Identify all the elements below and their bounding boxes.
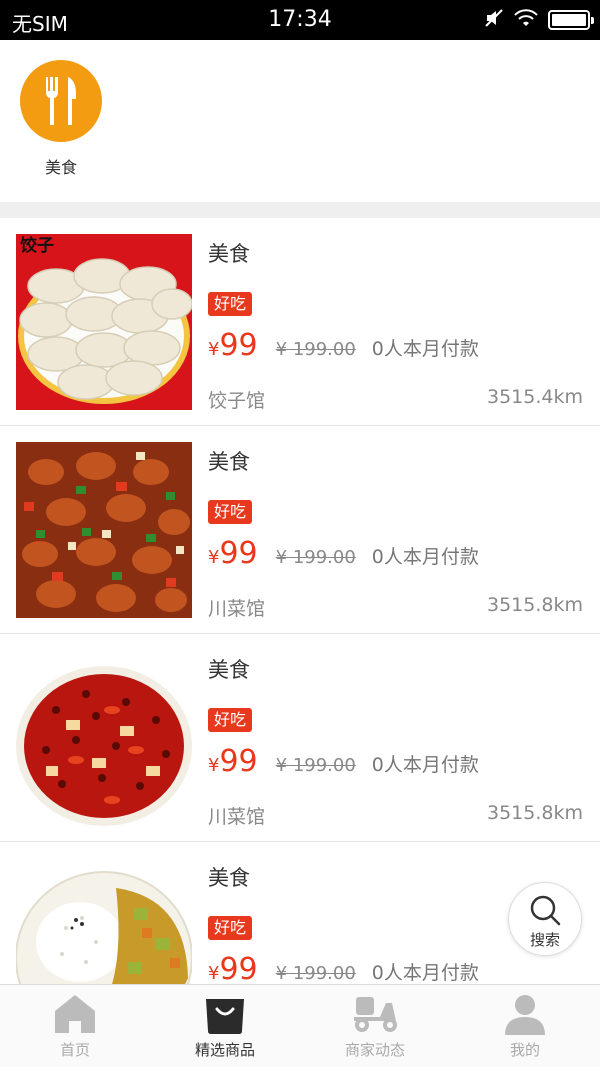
sale-price: 99 (219, 952, 258, 987)
home-icon (55, 995, 95, 1033)
wifi-icon (514, 8, 538, 32)
shop-name: 川菜馆 (208, 806, 266, 828)
distance: 3515.8km (487, 594, 583, 616)
tab-profile[interactable]: 我的 (450, 985, 600, 1067)
currency-symbol: ¥ (208, 963, 220, 984)
product-tag-badge: 好吃 (208, 292, 253, 316)
fork-knife-icon (20, 60, 102, 142)
monthly-sales: 0人本月付款 (371, 754, 479, 776)
mute-icon (484, 8, 504, 32)
original-price: ¥ 199.00 (275, 547, 356, 568)
sale-price: 99 (219, 536, 258, 571)
search-button[interactable]: 搜索 (508, 882, 582, 956)
distance: 3515.4km (487, 386, 583, 408)
tab-featured-products[interactable]: 精选商品 (150, 985, 300, 1067)
currency-symbol: ¥ (208, 755, 220, 776)
tab-label: 精选商品 (194, 1041, 255, 1059)
tab-label: 商家动态 (344, 1041, 405, 1059)
monthly-sales: 0人本月付款 (371, 546, 479, 568)
user-icon (505, 995, 545, 1035)
section-divider (0, 202, 600, 218)
price-row: ¥ 99 ¥ 199.00 0人本月付款 (208, 744, 479, 784)
bottom-tab-bar: 首页 精选商品 商家动态 我的 (0, 984, 600, 1067)
product-title: 美食 (208, 242, 250, 266)
product-title: 美食 (208, 866, 250, 890)
distance: 3515.8km (487, 802, 583, 824)
product-image-chili-fish (16, 650, 192, 826)
search-icon (530, 895, 561, 926)
product-item[interactable]: 美食 好吃 ¥ 99 ¥ 199.00 0人本月付款 川菜馆 3515.8km (0, 426, 600, 634)
product-image-spicy-chicken (16, 442, 192, 618)
thumb-caption: 饺子 (20, 235, 54, 256)
sale-price: 99 (219, 328, 258, 363)
shopping-bag-icon (206, 999, 244, 1034)
monthly-sales: 0人本月付款 (371, 962, 479, 984)
price-row: ¥ 99 ¥ 199.00 0人本月付款 (208, 536, 479, 576)
tab-label: 我的 (509, 1041, 540, 1059)
product-tag-badge: 好吃 (208, 708, 253, 732)
monthly-sales: 0人本月付款 (371, 338, 479, 360)
battery-icon (548, 10, 594, 30)
price-row: ¥ 99 ¥ 199.00 0人本月付款 (208, 328, 479, 368)
currency-symbol: ¥ (208, 339, 220, 360)
scooter-icon (354, 997, 397, 1032)
product-item[interactable]: 美食 好吃 ¥ 99 ¥ 199.00 0人本月付款 川菜馆 3515.8km (0, 634, 600, 842)
original-price: ¥ 199.00 (275, 755, 356, 776)
tab-home[interactable]: 首页 (0, 985, 150, 1067)
product-image-dumplings: 饺子 (16, 234, 192, 410)
tab-label: 首页 (59, 1041, 90, 1059)
product-tag-badge: 好吃 (208, 500, 253, 524)
sale-price: 99 (219, 744, 258, 779)
search-button-label: 搜索 (529, 931, 560, 949)
category-label: 美食 (44, 158, 77, 177)
shop-name: 川菜馆 (208, 598, 266, 620)
shop-name: 饺子馆 (208, 390, 266, 412)
product-title: 美食 (208, 450, 250, 474)
original-price: ¥ 199.00 (275, 339, 356, 360)
status-icons (484, 8, 594, 32)
tab-merchant-news[interactable]: 商家动态 (300, 985, 450, 1067)
category-food[interactable]: 美食 (20, 60, 102, 178)
product-title: 美食 (208, 658, 250, 682)
product-item[interactable]: 饺子 美食 好吃 ¥ 99 ¥ 199.00 0人本月付款 饺子馆 3515.4… (0, 218, 600, 426)
status-bar: 无SIM 17:34 (0, 0, 600, 40)
original-price: ¥ 199.00 (275, 963, 356, 984)
currency-symbol: ¥ (208, 547, 220, 568)
product-tag-badge: 好吃 (208, 916, 253, 940)
category-bar: 美食 (0, 40, 600, 202)
